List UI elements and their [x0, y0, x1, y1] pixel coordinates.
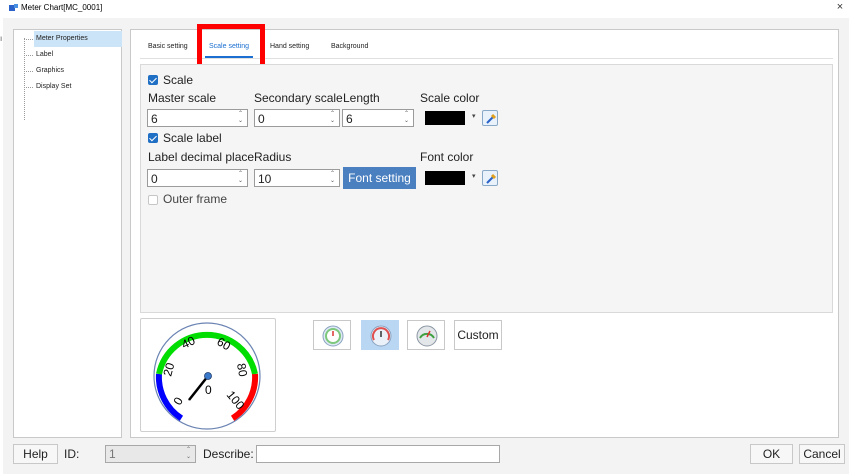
scale-checkbox-label: Scale [163, 73, 194, 87]
spinner-arrows-icon[interactable]: ⌃ ⌄ [329, 171, 336, 185]
master-scale-label: Master scale [148, 91, 217, 105]
font-color-swatch[interactable] [425, 171, 465, 185]
tab-scale-setting[interactable]: Scale setting [205, 38, 254, 58]
id-stepper[interactable]: 1 ⌃ ⌄ [105, 445, 196, 463]
spinner-arrows-icon[interactable]: ⌃ ⌄ [329, 111, 336, 125]
spinner-arrows-icon[interactable]: ⌃ ⌄ [186, 447, 191, 461]
sidebar-item-label: Display Set [36, 83, 72, 90]
chevron-down-icon[interactable]: ▾ [472, 172, 476, 180]
needle-hub [204, 372, 212, 380]
scale-settings-panel [140, 64, 833, 313]
master-scale-value: 6 [151, 112, 158, 126]
sidebar-item-label: Label [36, 51, 54, 58]
meter-preview-graphic: 0 20 40 60 80 100 0 [153, 322, 261, 430]
title-bar: Meter Chart[MC_0001] × [0, 0, 849, 18]
radius-stepper[interactable]: 10 ⌃ ⌄ [254, 169, 340, 187]
font-setting-button[interactable]: Font setting [343, 167, 416, 189]
id-value: 1 [109, 447, 116, 461]
meter-style-3-button[interactable] [407, 320, 445, 350]
length-label: Length [343, 91, 380, 105]
secondary-scale-label: Secondary scale [254, 91, 343, 105]
close-icon[interactable]: × [833, 1, 847, 13]
spinner-arrows-icon[interactable]: ⌃ ⌄ [403, 111, 410, 125]
font-color-picker-button[interactable] [482, 170, 498, 186]
needle-value-label: 0 [205, 383, 212, 397]
meter-style-1-button[interactable] [313, 320, 351, 350]
length-stepper[interactable]: 6 ⌃ ⌄ [342, 109, 414, 127]
radius-value: 10 [258, 172, 272, 186]
eyedropper-icon [486, 173, 497, 184]
label-decimal-place-label: Label decimal place [148, 150, 255, 164]
radius-label: Radius [254, 150, 292, 164]
describe-label: Describe: [203, 447, 254, 461]
meter-style-1-icon [322, 325, 344, 347]
master-scale-stepper[interactable]: 6 ⌃ ⌄ [147, 109, 248, 127]
meter-style-2-button[interactable] [361, 320, 399, 350]
cancel-button[interactable]: Cancel [799, 444, 845, 464]
spinner-arrows-icon[interactable]: ⌃ ⌄ [237, 111, 244, 125]
scale-checkbox[interactable] [148, 75, 158, 85]
outer-frame-checkbox[interactable] [148, 195, 158, 205]
font-color-label: Font color [420, 150, 474, 164]
meter-style-2-icon [370, 325, 392, 347]
chevron-down-icon[interactable]: ▾ [472, 112, 476, 120]
tab-basic-setting[interactable]: Basic setting [144, 38, 192, 58]
ok-button[interactable]: OK [750, 444, 793, 464]
edge-mark: ı [0, 34, 3, 43]
describe-input[interactable] [256, 445, 500, 463]
meter-preview: 0 20 40 60 80 100 0 [140, 318, 276, 432]
scale-color-picker-button[interactable] [482, 110, 498, 126]
label-decimal-place-value: 0 [151, 172, 158, 186]
scale-color-label: Scale color [420, 91, 480, 105]
spinner-arrows-icon[interactable]: ⌃ ⌄ [237, 171, 244, 185]
scale-label-checkbox[interactable] [148, 133, 158, 143]
tab-background[interactable]: Background [327, 38, 372, 58]
sidebar-item-label: Graphics [36, 67, 65, 74]
label-decimal-place-stepper[interactable]: 0 ⌃ ⌄ [147, 169, 248, 187]
length-value: 6 [346, 112, 353, 126]
secondary-scale-value: 0 [258, 112, 265, 126]
tab-divider [140, 58, 833, 59]
eyedropper-icon [486, 113, 497, 124]
sidebar-item-label: Meter Properties [34, 31, 122, 47]
tick-label-80: 80 [234, 362, 250, 378]
sidebar-tree: Meter Properties Label Graphics Display … [13, 29, 122, 438]
meter-style-3-icon [416, 325, 438, 347]
id-label: ID: [64, 447, 80, 461]
app-icon [9, 4, 18, 11]
outer-frame-checkbox-label: Outer frame [163, 192, 228, 206]
help-button[interactable]: Help [13, 444, 58, 464]
tab-hand-setting[interactable]: Hand setting [266, 38, 313, 58]
tree-line [24, 38, 25, 120]
custom-style-button[interactable]: Custom [454, 320, 502, 350]
scale-label-checkbox-label: Scale label [163, 131, 222, 145]
window-title: Meter Chart[MC_0001] [21, 3, 103, 12]
secondary-scale-stepper[interactable]: 0 ⌃ ⌄ [254, 109, 340, 127]
scale-color-swatch[interactable] [425, 111, 465, 125]
